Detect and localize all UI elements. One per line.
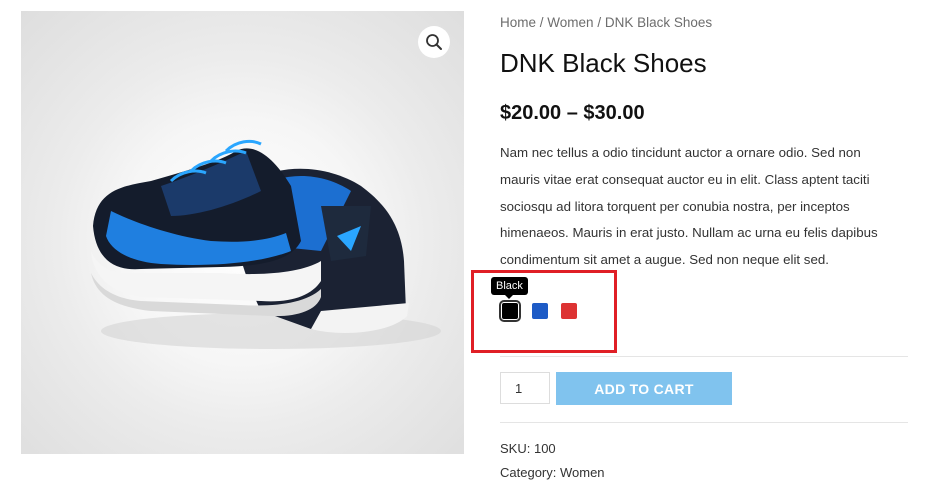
- shoe-image: [91, 139, 441, 349]
- product-description: Nam nec tellus a odio tincidunt auctor a…: [500, 140, 900, 274]
- breadcrumb-home-link[interactable]: Home: [500, 15, 536, 30]
- product-price: $20.00 – $30.00: [500, 102, 645, 124]
- breadcrumb: Home / Women / DNK Black Shoes: [500, 15, 712, 30]
- breadcrumb-current: DNK Black Shoes: [604, 15, 713, 30]
- breadcrumb-separator: /: [536, 15, 548, 30]
- sku-meta: SKU: 100: [500, 441, 556, 456]
- quantity-input[interactable]: [500, 372, 550, 404]
- breadcrumb-separator: /: [593, 15, 605, 30]
- sku-value: 100: [533, 441, 556, 456]
- product-title: DNK Black Shoes: [500, 48, 707, 78]
- product-image[interactable]: [21, 11, 464, 454]
- add-to-cart-button[interactable]: ADD TO CART: [556, 372, 732, 405]
- highlight-annotation: [471, 270, 617, 353]
- category-link[interactable]: Women: [560, 465, 605, 480]
- sku-label: SKU:: [500, 441, 534, 456]
- breadcrumb-category-link[interactable]: Women: [547, 15, 593, 30]
- category-meta: Category: Women: [500, 465, 605, 480]
- description-text: Nam nec tellus a odio tincidunt auctor a…: [500, 145, 878, 268]
- search-icon: [426, 34, 442, 50]
- divider: [500, 356, 908, 357]
- divider: [500, 422, 908, 423]
- zoom-button[interactable]: [418, 26, 450, 58]
- category-label: Category:: [500, 465, 560, 480]
